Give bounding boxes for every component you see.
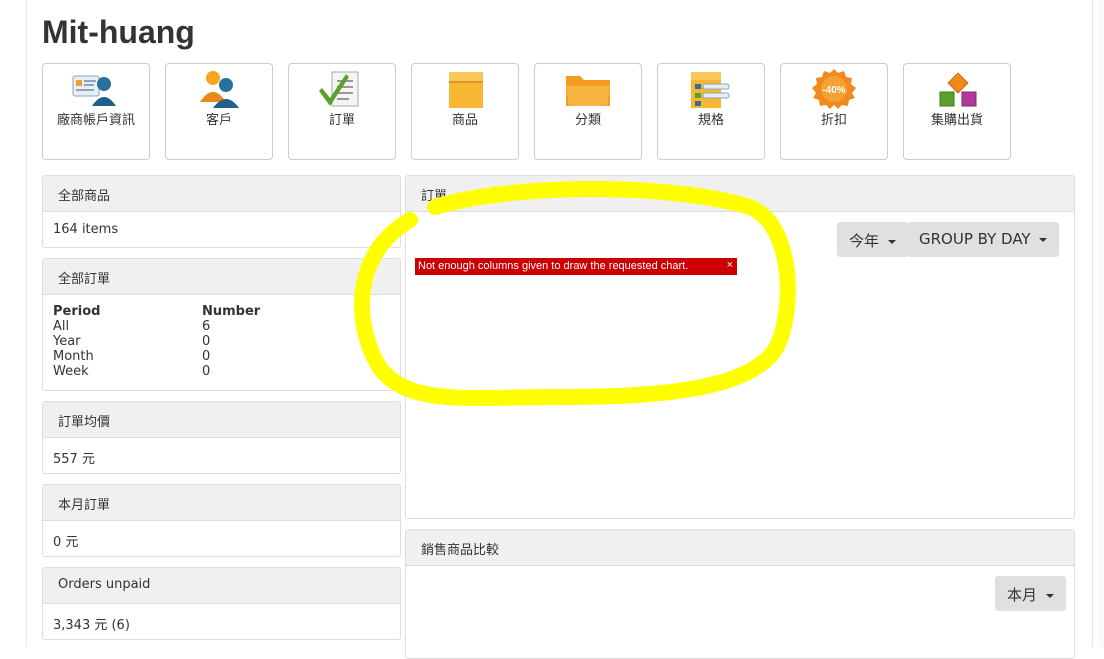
panel-title: 全部商品: [43, 176, 400, 212]
month-orders-panel: 本月訂單 0 元: [42, 484, 401, 557]
sales-period-dropdown-label: 本月: [1007, 586, 1038, 604]
group-by-dropdown[interactable]: GROUP BY DAY: [907, 222, 1060, 257]
panel-title: 訂單均價: [43, 402, 400, 438]
table-row: Week 0: [53, 364, 390, 379]
orders-stats-table: Period Number All 6 Year 0 Month 0 Week: [53, 304, 390, 379]
vendor-account-icon: [72, 75, 116, 106]
nav-tile-vendor-account[interactable]: 廠商帳戶資訊: [42, 63, 150, 160]
nav-tile-label: 訂單: [328, 113, 355, 128]
nav-tile-label: 集購出貨: [930, 113, 983, 128]
products-box-icon: [449, 72, 483, 108]
nav-tile-customers[interactable]: 客戶: [165, 63, 273, 160]
close-icon[interactable]: ×: [727, 259, 733, 271]
caret-down-icon: [887, 239, 896, 244]
table-row: Month 0: [53, 349, 390, 364]
nav-tile-label: 客戶: [205, 113, 232, 128]
avg-order-value: 557 元: [53, 452, 95, 467]
nav-tile-specs[interactable]: 規格: [657, 63, 765, 160]
number-cell: 0: [202, 364, 211, 379]
panel-title: 銷售商品比較: [406, 530, 1074, 566]
specs-icon: [691, 72, 730, 108]
period-cell: Month: [53, 349, 94, 364]
discount-badge-icon: -40%: [812, 69, 856, 109]
group-shipping-icon: [939, 72, 977, 107]
number-cell: 0: [202, 349, 211, 364]
number-cell: 0: [202, 334, 211, 349]
sales-compare-panel: 銷售商品比較: [405, 529, 1075, 659]
nav-tile-label: 折扣: [820, 113, 847, 128]
panel-title: Orders unpaid: [43, 568, 400, 604]
panel-title: 本月訂單: [43, 485, 400, 521]
nav-tile-label: 廠商帳戶資訊: [56, 113, 135, 128]
column-header: Number: [202, 304, 261, 319]
page: Mit-huang 廠商帳戶資訊 客戶 訂單 商品 分類 規格 -40% 折扣 …: [0, 0, 1104, 659]
period-dropdown-label: 今年: [849, 232, 880, 250]
nav-tile-label: 規格: [697, 113, 724, 128]
period-cell: Year: [53, 334, 81, 349]
caret-down-icon: [1045, 593, 1054, 598]
avg-order-panel: 訂單均價 557 元: [42, 401, 401, 474]
table-header-row: Period Number: [53, 304, 390, 319]
orders-unpaid-value: 3,343 元 (6): [53, 618, 130, 633]
discount-badge-text: -40%: [822, 85, 845, 96]
chart-error-text: Not enough columns given to draw the req…: [418, 260, 689, 272]
group-by-dropdown-label: GROUP BY DAY: [919, 230, 1031, 248]
period-cell: All: [53, 319, 70, 334]
all-orders-panel: 全部訂單 Period Number All 6 Year 0 Month 0: [42, 258, 401, 391]
orders-icon: [319, 71, 359, 107]
customers-icon: [200, 71, 239, 108]
frame-scroll-edge: [1098, 0, 1104, 647]
sales-period-dropdown[interactable]: 本月: [995, 576, 1066, 611]
all-products-value: 164 items: [53, 222, 119, 237]
page-title: Mit-huang: [42, 14, 195, 50]
frame-right-border: [1092, 0, 1093, 647]
column-header: Period: [53, 304, 101, 319]
table-row: All 6: [53, 319, 390, 334]
panel-title: 訂單: [406, 176, 1074, 212]
period-cell: Week: [53, 364, 89, 379]
period-dropdown[interactable]: 今年: [837, 222, 908, 257]
number-cell: 6: [202, 319, 211, 334]
nav-tile-products[interactable]: 商品: [411, 63, 519, 160]
caret-down-icon: [1039, 237, 1048, 242]
frame-left-border: [26, 0, 27, 647]
nav-tile-categories[interactable]: 分類: [534, 63, 642, 160]
table-row: Year 0: [53, 334, 390, 349]
chart-error-message: Not enough columns given to draw the req…: [415, 258, 737, 275]
categories-folder-icon: [566, 76, 610, 106]
orders-unpaid-panel: Orders unpaid 3,343 元 (6): [42, 567, 401, 640]
nav-tile-label: 分類: [574, 113, 601, 128]
nav-tile-discount[interactable]: -40% 折扣: [780, 63, 888, 160]
nav-tile-label: 商品: [451, 113, 478, 128]
month-orders-value: 0 元: [53, 535, 79, 550]
all-products-panel: 全部商品 164 items: [42, 175, 401, 248]
nav-tile-orders[interactable]: 訂單: [288, 63, 396, 160]
nav-tile-group-shipping[interactable]: 集購出貨: [903, 63, 1011, 160]
panel-title: 全部訂單: [43, 259, 400, 295]
